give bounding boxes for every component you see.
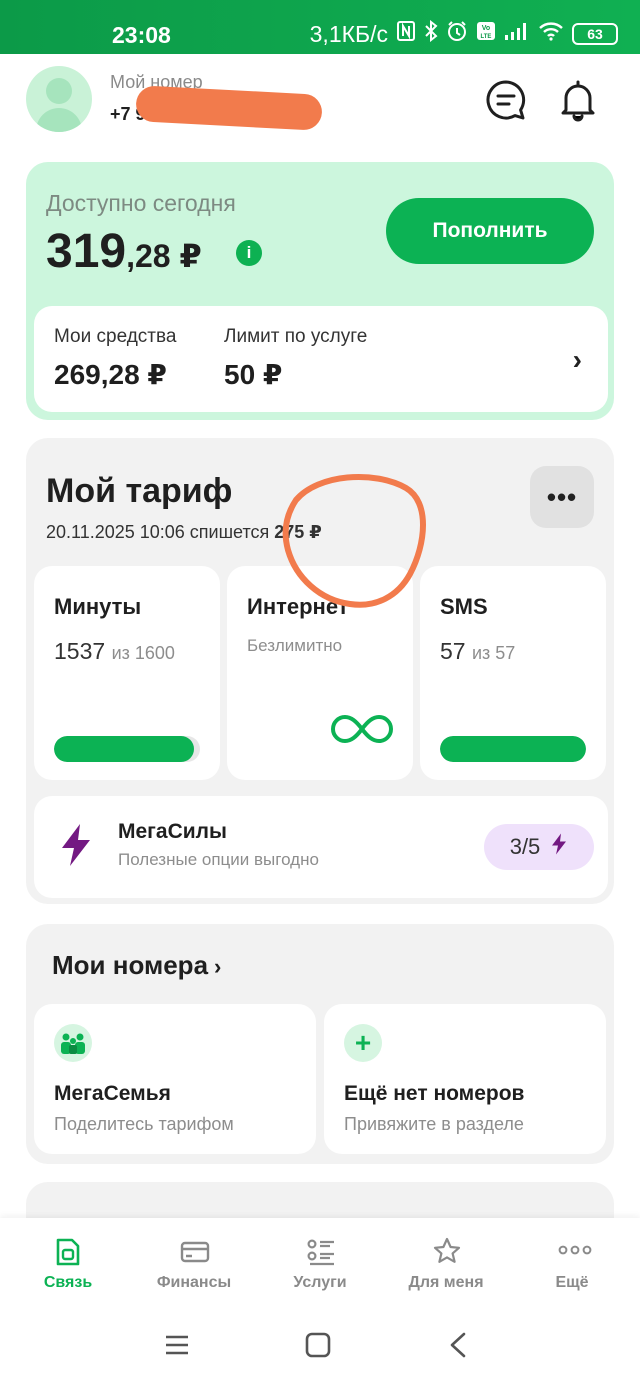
my-numbers-card: Мои номера › МегаСемья Поделитесь тарифом… bbox=[26, 924, 614, 1164]
no-numbers-title: Ещё нет номеров bbox=[344, 1082, 525, 1105]
package-progress-bar bbox=[440, 736, 586, 762]
balance-card: Доступно сегодня 319,28 ₽ i Пополнить Мо… bbox=[26, 162, 614, 420]
bottom-tab-bar: Связь Финансы Услуги Для меня Ещё bbox=[0, 1218, 640, 1310]
star-icon bbox=[432, 1236, 461, 1268]
funds-panel[interactable]: Мои средства 269,28 ₽ Лимит по услуге 50… bbox=[34, 306, 608, 412]
app-header: Мой номер +7 9 bbox=[0, 54, 640, 154]
info-icon[interactable]: i bbox=[236, 240, 262, 266]
bell-icon[interactable] bbox=[554, 76, 602, 124]
home-icon[interactable] bbox=[305, 1332, 331, 1363]
megasemya-subtitle: Поделитесь тарифом bbox=[54, 1114, 234, 1134]
wallet-icon bbox=[180, 1236, 210, 1268]
my-funds-value: 269,28 ₽ bbox=[54, 359, 167, 390]
chat-icon[interactable] bbox=[482, 76, 530, 124]
megasily-title: МегаСилы bbox=[118, 820, 227, 843]
status-icons: 3,1КБ/с Vo LTE 63 bbox=[309, 19, 618, 48]
status-time: 23:08 bbox=[112, 22, 171, 48]
package-name: Минуты bbox=[54, 594, 142, 619]
tab-services[interactable]: Услуги bbox=[256, 1218, 384, 1310]
wifi-icon bbox=[538, 21, 564, 47]
charge-date-text: 20.11.2025 10:06 спишется bbox=[46, 522, 270, 542]
tab-finance[interactable]: Финансы bbox=[130, 1218, 258, 1310]
tariff-card: Мой тариф 20.11.2025 10:06 спишется 275 … bbox=[26, 438, 614, 904]
megasily-badge[interactable]: 3/5 bbox=[484, 824, 594, 870]
my-numbers-title[interactable]: Мои номера › bbox=[52, 950, 221, 981]
infinity-icon bbox=[331, 714, 393, 749]
lightning-icon bbox=[58, 822, 94, 873]
megasemya-card[interactable]: МегаСемья Поделитесь тарифом bbox=[34, 1004, 316, 1154]
bluetooth-icon bbox=[424, 19, 438, 48]
chevron-right-icon: › bbox=[572, 344, 582, 375]
megasily-count: 3/5 bbox=[509, 834, 541, 859]
family-icon bbox=[54, 1024, 92, 1062]
network-speed: 3,1КБ/с bbox=[309, 20, 388, 47]
balance-amount-frac: ,28 ₽ bbox=[126, 238, 202, 274]
redaction-scribble bbox=[135, 85, 323, 131]
tab-more[interactable]: Ещё bbox=[508, 1218, 636, 1310]
signal-icon bbox=[504, 21, 530, 47]
more-dots-icon bbox=[558, 1236, 592, 1268]
recent-apps-icon[interactable] bbox=[164, 1332, 190, 1363]
package-minutes[interactable]: Минуты 1537 из 1600 bbox=[34, 566, 220, 780]
system-nav-bar bbox=[0, 1310, 640, 1387]
package-remaining: 1537 из 1600 bbox=[54, 638, 175, 664]
topup-button[interactable]: Пополнить bbox=[386, 198, 594, 264]
available-today-label: Доступно сегодня bbox=[46, 190, 236, 216]
status-bar: 23:08 3,1КБ/с Vo LTE 63 bbox=[0, 0, 640, 54]
svg-text:Vo: Vo bbox=[482, 25, 490, 32]
annotation-circle bbox=[274, 464, 434, 619]
my-funds-label: Мои средства bbox=[54, 326, 177, 347]
megasemya-title: МегаСемья bbox=[54, 1082, 171, 1105]
nfc-icon bbox=[396, 20, 416, 48]
package-remaining: 57 из 57 bbox=[440, 638, 516, 664]
package-progress-bar bbox=[54, 736, 200, 762]
plus-icon: + bbox=[344, 1024, 382, 1062]
service-limit-value: 50 ₽ bbox=[224, 359, 283, 390]
megasily-banner[interactable]: МегаСилы Полезные опции выгодно 3/5 bbox=[34, 796, 608, 898]
balance-amount-int: 319 bbox=[46, 225, 127, 278]
more-options-button[interactable]: ••• bbox=[530, 466, 594, 528]
no-numbers-card[interactable]: + Ещё нет номеров Привяжите в разделе bbox=[324, 1004, 606, 1154]
no-numbers-subtitle: Привяжите в разделе bbox=[344, 1114, 524, 1134]
battery-icon: 63 bbox=[572, 23, 618, 45]
balance-amount: 319,28 ₽ bbox=[46, 224, 202, 279]
package-unlimited-label: Безлимитно bbox=[247, 636, 343, 655]
volte-icon: Vo LTE bbox=[476, 21, 496, 47]
megasily-subtitle: Полезные опции выгодно bbox=[118, 850, 319, 869]
package-sms[interactable]: SMS 57 из 57 bbox=[420, 566, 606, 780]
avatar[interactable] bbox=[26, 66, 92, 132]
chevron-right-icon: › bbox=[214, 954, 222, 979]
tab-for-me[interactable]: Для меня bbox=[382, 1218, 510, 1310]
services-icon bbox=[306, 1236, 334, 1268]
package-name: SMS bbox=[440, 594, 488, 619]
svg-text:LTE: LTE bbox=[481, 34, 492, 40]
sim-icon bbox=[54, 1236, 82, 1268]
service-limit-label: Лимит по услуге bbox=[224, 326, 368, 347]
alarm-icon bbox=[446, 20, 468, 48]
tab-svyaz[interactable]: Связь bbox=[4, 1218, 132, 1310]
tariff-title[interactable]: Мой тариф bbox=[46, 472, 232, 511]
back-icon[interactable] bbox=[448, 1332, 468, 1363]
lightning-icon bbox=[550, 832, 568, 862]
